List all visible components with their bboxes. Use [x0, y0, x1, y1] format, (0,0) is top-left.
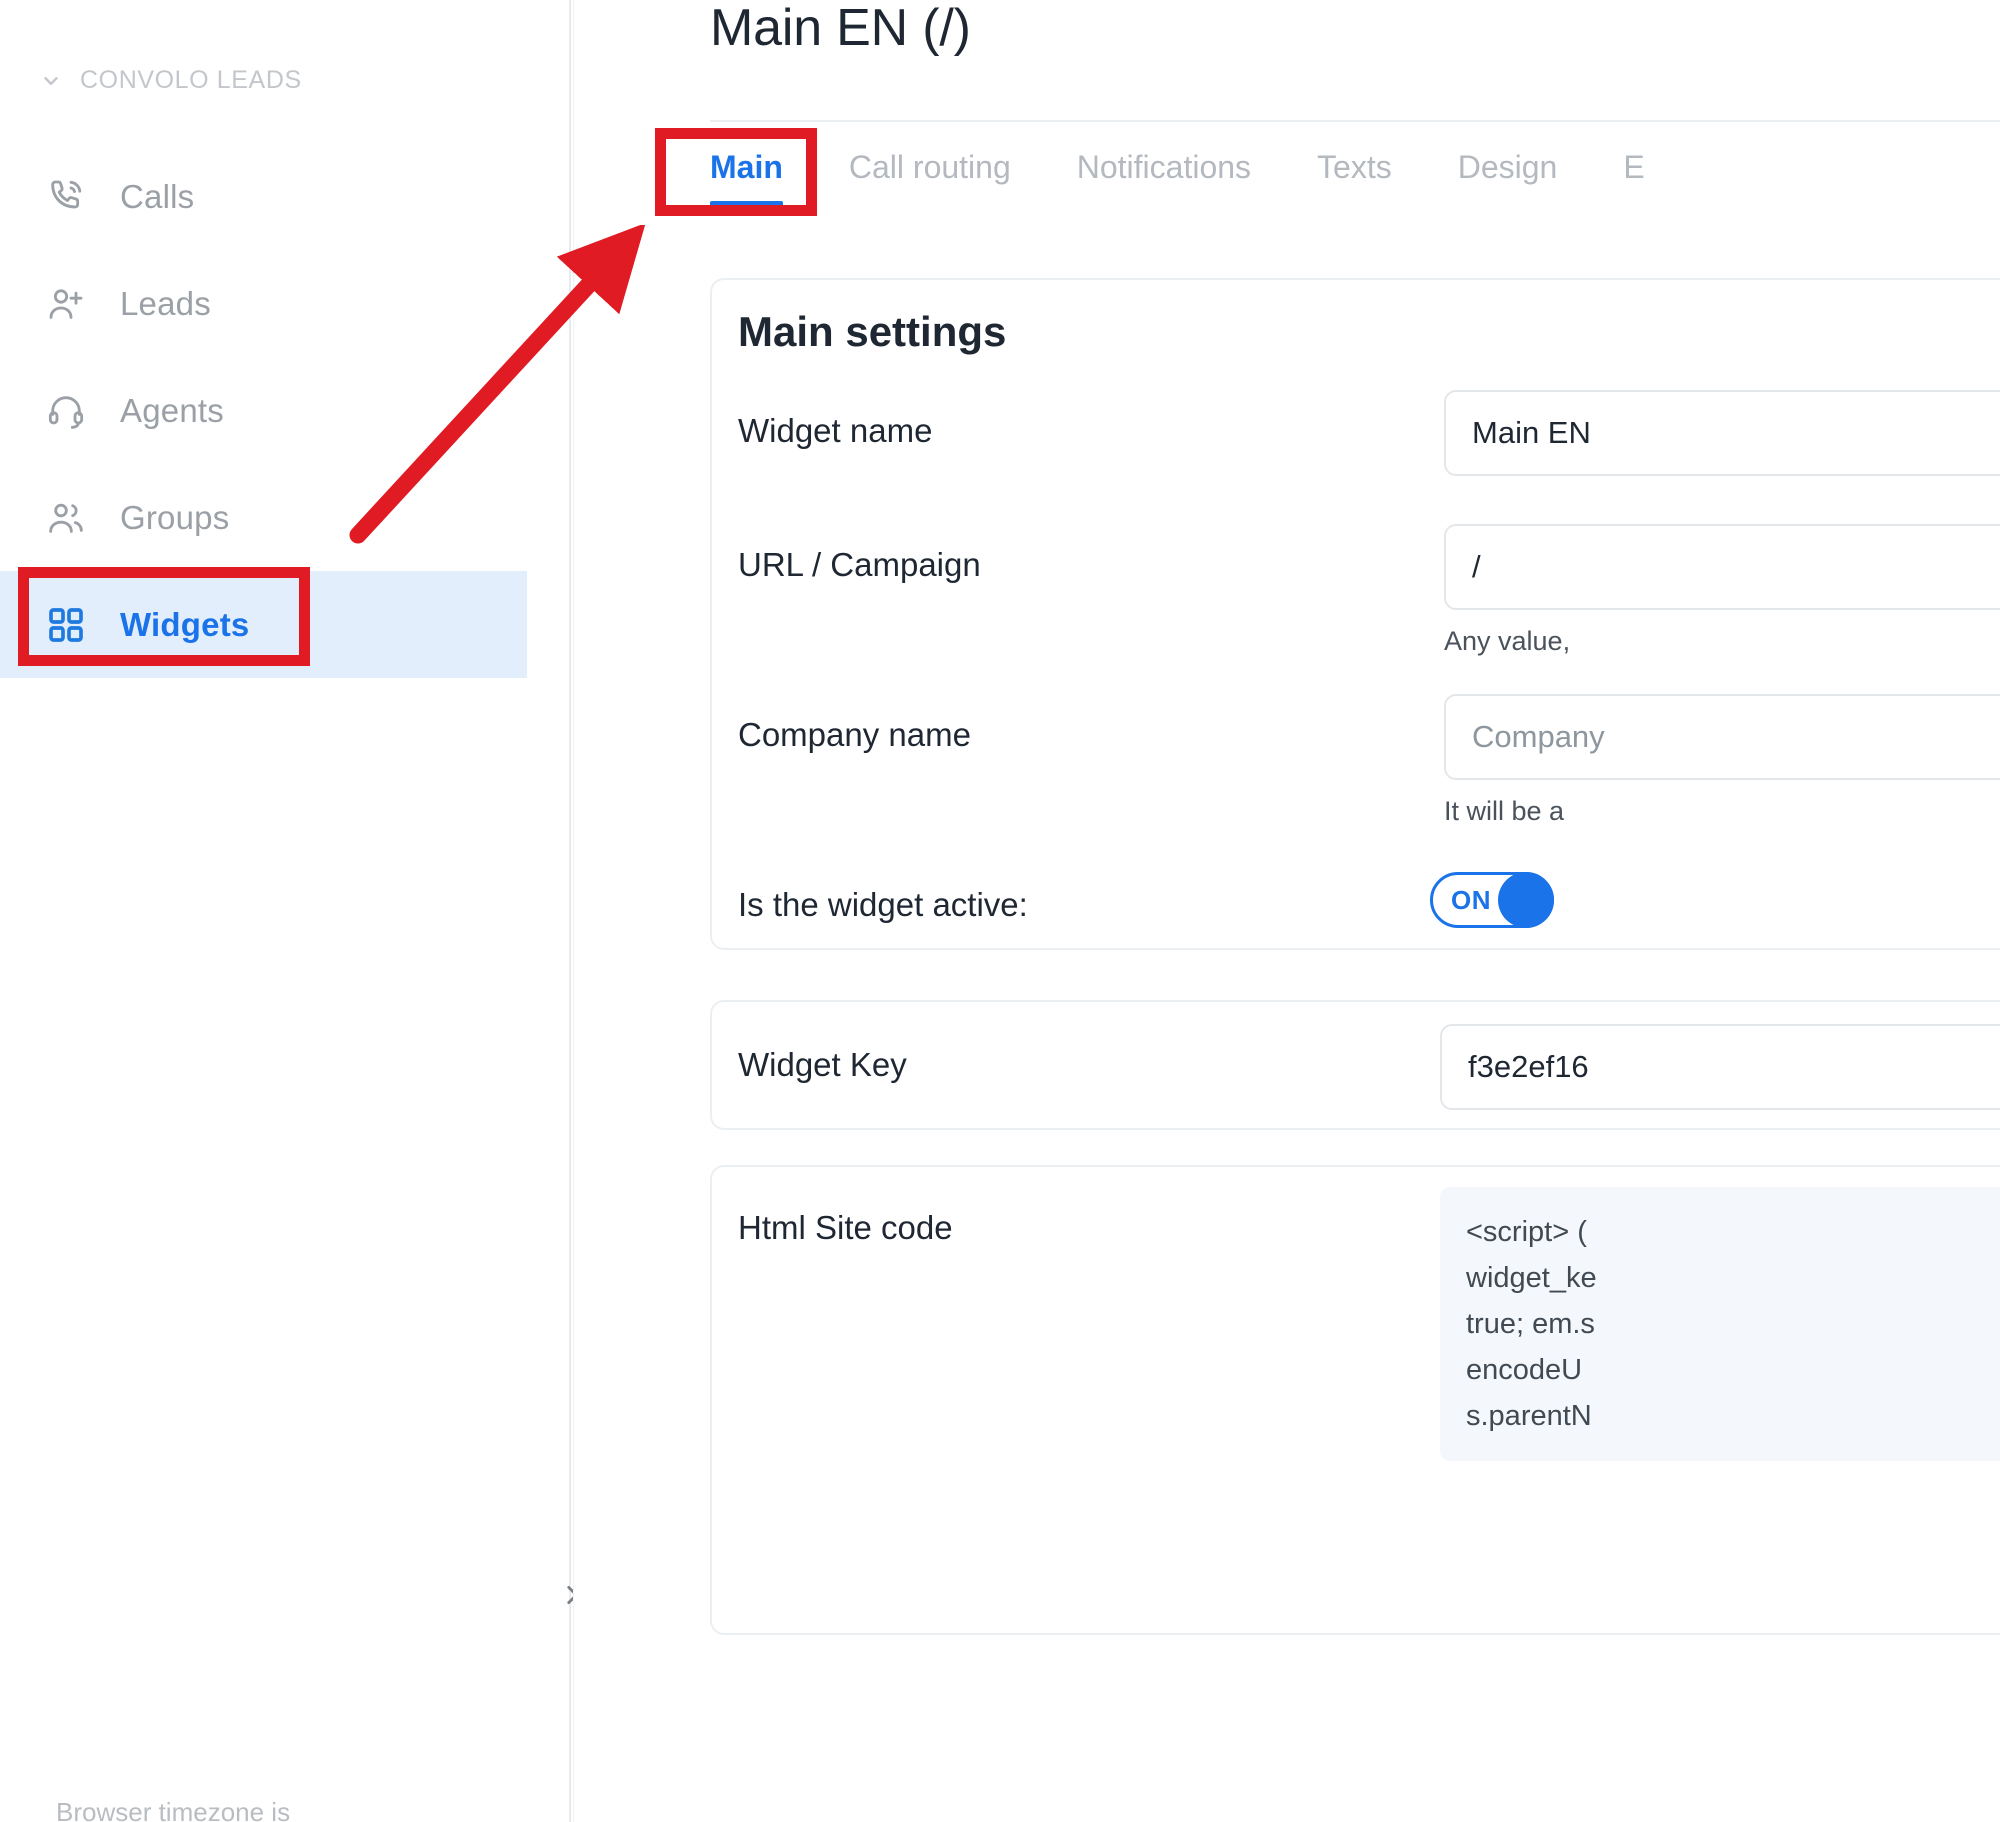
- sidebar-section-label: CONVOLO LEADS: [80, 66, 302, 94]
- url-campaign-hint: Any value,: [1444, 626, 1571, 656]
- main-settings-title: Main settings: [738, 308, 1007, 355]
- grid-squares-icon: [46, 605, 86, 645]
- widget-name-control: Main EN: [1444, 390, 2000, 476]
- person-add-icon: [46, 284, 86, 324]
- sidebar-item-leads[interactable]: Leads: [0, 250, 569, 357]
- widget-active-toggle[interactable]: ON: [1430, 872, 1554, 928]
- tab-main[interactable]: Main: [710, 121, 783, 216]
- sidebar-item-label: Widgets: [120, 605, 250, 643]
- html-site-code-label: Html Site code: [738, 1209, 953, 1246]
- sidebar-item-label: Agents: [120, 391, 224, 429]
- widget-name-label: Widget name: [738, 412, 933, 449]
- url-campaign-label: URL / Campaign: [738, 546, 981, 583]
- sidebar-item-groups[interactable]: Groups: [0, 464, 569, 571]
- tab-design[interactable]: Design: [1458, 121, 1558, 216]
- sidebar-item-label: Leads: [120, 284, 211, 322]
- sidebar-item-label: Groups: [120, 498, 230, 536]
- sidebar-nav-list: Calls Leads Agents Groups Widgets: [0, 143, 569, 678]
- sidebar-item-agents[interactable]: Agents: [0, 357, 569, 464]
- sidebar-item-label: Calls: [120, 177, 195, 215]
- tab-call-routing[interactable]: Call routing: [849, 121, 1011, 216]
- headset-icon: [46, 391, 86, 431]
- url-campaign-control: / Any value,: [1444, 524, 2000, 657]
- html-site-code-textarea[interactable]: <script> ( widget_ke true; em.s encodeU …: [1440, 1187, 2000, 1461]
- widget-active-control: ON: [1430, 872, 1554, 928]
- company-name-hint: It will be a: [1444, 796, 1565, 826]
- browser-timezone-note: Browser timezone is: [56, 1797, 291, 1822]
- main-content: Main EN (/) Main Call routing Notificati…: [573, 0, 2000, 1822]
- tab-texts[interactable]: Texts: [1317, 121, 1392, 216]
- chevron-down-icon: [40, 70, 62, 92]
- tab-notifications[interactable]: Notifications: [1077, 121, 1251, 216]
- phone-icon: [46, 177, 86, 217]
- sidebar-item-widgets[interactable]: Widgets: [0, 571, 527, 678]
- sidebar: CONVOLO LEADS Calls Leads Agents Groups …: [0, 0, 578, 1822]
- page-title: Main EN (/): [710, 0, 971, 57]
- widget-key-input[interactable]: f3e2ef16: [1440, 1024, 2000, 1110]
- widget-key-control: f3e2ef16: [1440, 1024, 2000, 1110]
- widget-key-label: Widget Key: [738, 1046, 907, 1083]
- widget-active-label: Is the widget active:: [738, 886, 1028, 923]
- company-name-input[interactable]: Company: [1444, 694, 2000, 780]
- sidebar-item-calls[interactable]: Calls: [0, 143, 569, 250]
- widget-key-card: Widget Key f3e2ef16: [710, 1000, 2000, 1130]
- company-name-control: Company It will be a: [1444, 694, 2000, 827]
- toggle-state-label: ON: [1451, 884, 1491, 915]
- app-root: CONVOLO LEADS Calls Leads Agents Groups …: [0, 0, 2000, 1822]
- company-name-label: Company name: [738, 716, 971, 753]
- main-settings-card: Main settings Widget name Main EN URL / …: [710, 278, 2000, 950]
- tab-extra[interactable]: E: [1623, 121, 1644, 216]
- html-site-code-card: Html Site code <script> ( widget_ke true…: [710, 1165, 2000, 1635]
- widget-name-input[interactable]: Main EN: [1444, 390, 2000, 476]
- url-campaign-input[interactable]: /: [1444, 524, 2000, 610]
- tab-bar: Main Call routing Notifications Texts De…: [710, 121, 2000, 231]
- html-site-code-control: <script> ( widget_ke true; em.s encodeU …: [1440, 1187, 2000, 1461]
- people-icon: [46, 498, 86, 538]
- sidebar-section-header[interactable]: CONVOLO LEADS: [40, 66, 302, 95]
- toggle-knob: [1498, 872, 1554, 928]
